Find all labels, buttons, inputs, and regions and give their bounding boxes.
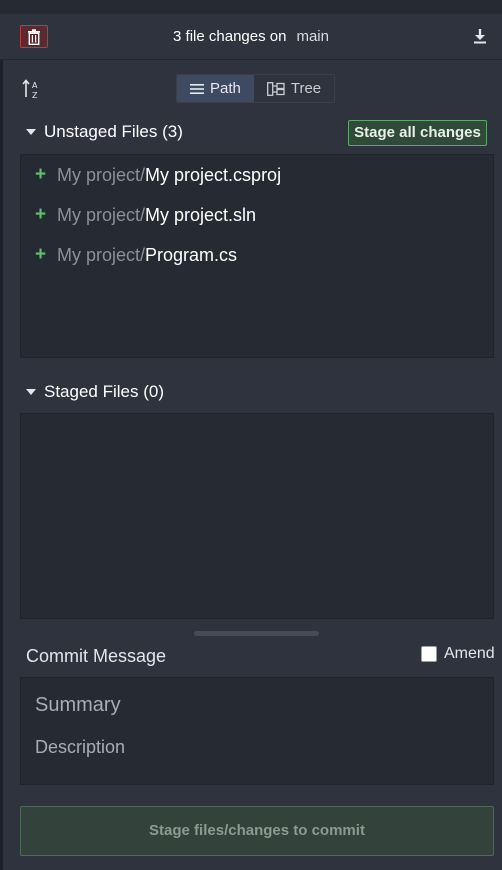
file-dir: My project/: [57, 204, 146, 225]
file-name: My project.sln: [145, 204, 257, 225]
amend-toggle[interactable]: Amend: [421, 645, 495, 663]
branch-name: main: [296, 28, 329, 45]
window-edge: [0, 0, 3, 870]
file-dir: My project/: [57, 244, 146, 265]
amend-checkbox[interactable]: [421, 646, 437, 662]
summary-input[interactable]: Summary: [35, 694, 121, 717]
download-icon: [474, 29, 486, 44]
path-view-label: Path: [210, 80, 241, 97]
file-name: Program.cs: [145, 244, 238, 265]
commit-message-label: Commit Message: [26, 646, 167, 666]
sort-az-icon: A Z: [22, 79, 38, 100]
header-title: 3 file changes on main: [0, 28, 502, 45]
file-row[interactable]: + My project/My project.csproj: [21, 155, 493, 195]
stage-all-button[interactable]: Stage all changes: [348, 120, 487, 146]
tree-view-button[interactable]: Tree: [253, 75, 335, 102]
commit-message-box: Summary Description: [20, 677, 494, 785]
description-input[interactable]: Description: [35, 737, 125, 758]
svg-text:A: A: [32, 81, 38, 90]
file-row[interactable]: + My project/My project.sln: [21, 195, 493, 235]
sort-button[interactable]: A Z: [22, 78, 44, 100]
changes-header: 3 file changes on main: [0, 14, 502, 60]
top-strip: [0, 0, 502, 14]
tree-view-label: Tree: [290, 80, 322, 97]
changes-count-text: 3 file changes on: [173, 28, 287, 45]
svg-text:Z: Z: [32, 91, 38, 100]
path-view-button[interactable]: Path: [177, 75, 254, 102]
unstaged-title: Unstaged Files (3): [44, 122, 183, 141]
unstaged-file-list: + My project/My project.csproj + My proj…: [20, 154, 494, 358]
file-name: My project.csproj: [145, 164, 282, 185]
staged-section-toggle[interactable]: Staged Files (0): [26, 382, 164, 402]
caret-down-icon: [26, 129, 36, 135]
plus-icon: +: [35, 204, 47, 225]
caret-down-icon: [26, 389, 36, 395]
staged-title: Staged Files (0): [44, 382, 164, 401]
unstaged-section-toggle[interactable]: Unstaged Files (3): [26, 122, 183, 142]
download-button[interactable]: [470, 26, 490, 46]
plus-icon: +: [35, 164, 47, 185]
amend-label: Amend: [444, 645, 495, 662]
file-row[interactable]: + My project/Program.cs: [21, 235, 493, 275]
list-icon: [190, 83, 204, 94]
view-mode-toggle: Path Tree: [176, 74, 336, 103]
staged-file-list: [20, 413, 494, 619]
file-dir: My project/: [57, 164, 146, 185]
commit-button[interactable]: Stage files/changes to commit: [20, 806, 494, 856]
resize-handle[interactable]: [194, 631, 319, 636]
plus-icon: +: [35, 244, 47, 265]
tree-icon: [266, 81, 285, 96]
